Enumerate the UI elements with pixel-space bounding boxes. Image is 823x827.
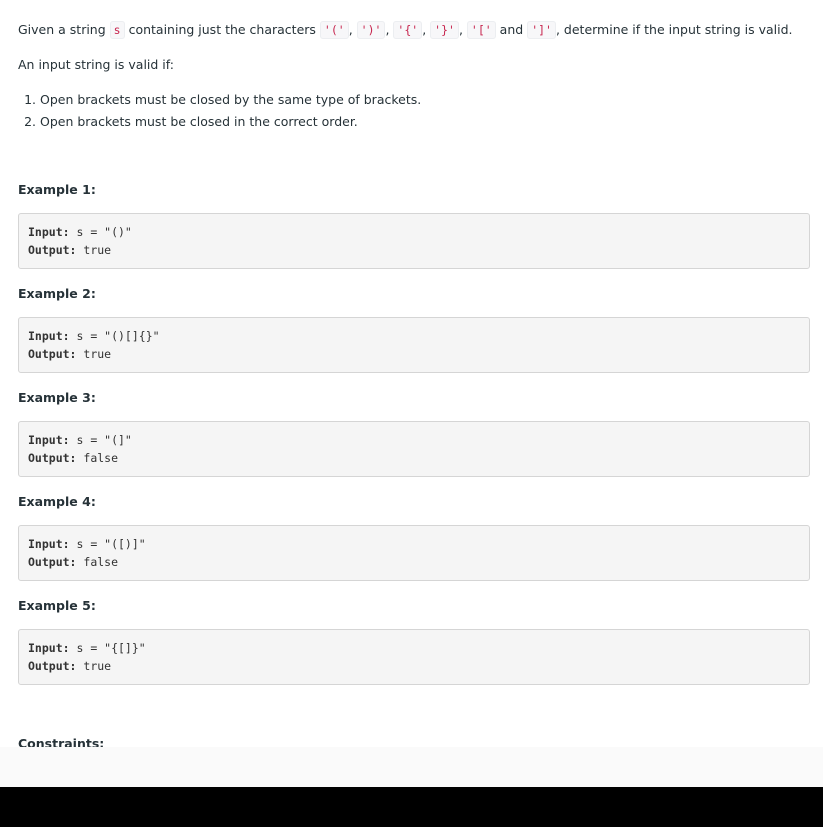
input-value: s = "([)]": [69, 537, 146, 551]
screen-bottom-bar: [0, 787, 823, 827]
example-3-code: Input: s = "(]" Output: false: [18, 421, 810, 477]
intro-mid: containing just the characters: [128, 22, 316, 37]
input-value: s = "()": [69, 225, 132, 239]
rule-item: Open brackets must be closed in the corr…: [40, 111, 810, 133]
char-close-paren: ')': [356, 21, 386, 39]
output-value: true: [76, 243, 112, 257]
intro-suffix: , determine if the input string is valid…: [555, 22, 793, 37]
bottom-panel-background: [0, 747, 823, 787]
example-1-code: Input: s = "()" Output: true: [18, 213, 810, 269]
input-label: Input:: [28, 641, 70, 655]
example-3-title: Example 3:: [18, 390, 96, 405]
char-open-brace: '{': [393, 21, 423, 39]
example-4-code: Input: s = "([)]" Output: false: [18, 525, 810, 581]
valid-if-text: An input string is valid if:: [18, 57, 174, 72]
output-value: false: [76, 555, 119, 569]
output-value: false: [76, 451, 119, 465]
rules-list: Open brackets must be closed by the same…: [18, 89, 810, 133]
input-label: Input:: [28, 225, 70, 239]
input-label: Input:: [28, 433, 70, 447]
intro-paragraph: Given a string s containing just the cha…: [18, 21, 793, 39]
example-2-code: Input: s = "()[]{}" Output: true: [18, 317, 810, 373]
input-label: Input:: [28, 537, 70, 551]
problem-description: Given a string s containing just the cha…: [0, 0, 823, 747]
var-s: s: [109, 21, 125, 39]
input-label: Input:: [28, 329, 70, 343]
example-5-title: Example 5:: [18, 598, 96, 613]
output-label: Output:: [28, 243, 77, 257]
output-value: true: [76, 659, 112, 673]
output-label: Output:: [28, 555, 77, 569]
rule-item: Open brackets must be closed by the same…: [40, 89, 810, 111]
intro-prefix: Given a string: [18, 22, 106, 37]
output-label: Output:: [28, 659, 77, 673]
char-close-bracket: ']': [527, 21, 556, 39]
input-value: s = "(]": [69, 433, 132, 447]
output-value: true: [76, 347, 112, 361]
output-label: Output:: [28, 347, 77, 361]
output-label: Output:: [28, 451, 77, 465]
char-open-bracket: '[': [466, 21, 496, 39]
input-value: s = "()[]{}": [69, 329, 160, 343]
example-2-title: Example 2:: [18, 286, 96, 301]
example-4-title: Example 4:: [18, 494, 96, 509]
char-open-paren: '(': [319, 21, 349, 39]
char-close-brace: '}': [430, 21, 459, 39]
constraints-title: Constraints:: [18, 736, 105, 747]
input-value: s = "{[]}": [69, 641, 146, 655]
example-5-code: Input: s = "{[]}" Output: true: [18, 629, 810, 685]
example-1-title: Example 1:: [18, 182, 96, 197]
